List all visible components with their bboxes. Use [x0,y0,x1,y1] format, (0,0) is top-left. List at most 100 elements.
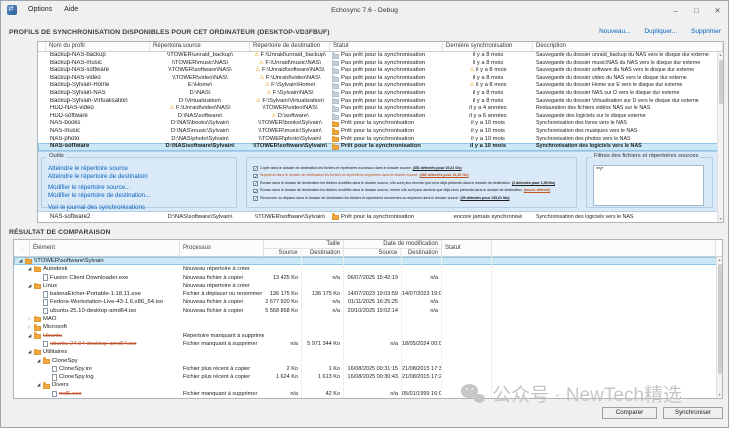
profile-row[interactable]: Backup-NAS-backup\\TOWER\unraid_backup\⚠… [38,52,723,60]
scrollbar-thumb[interactable] [719,60,723,104]
scrollbar-thumb[interactable] [718,264,722,374]
header-size[interactable]: Taille [264,240,343,249]
comparison-row[interactable]: ubuntu-24.04-desktop-amd64.isoFichier ma… [14,340,722,348]
comparison-row[interactable]: ◢CloneSpy [14,357,722,365]
header-cmp-status[interactable]: Statut [442,240,492,257]
delete-profile-link[interactable]: Supprimer [691,28,721,35]
header-source[interactable]: Répertoire source [150,42,250,51]
close-button[interactable]: ✕ [707,2,728,19]
profile-row[interactable]: Backup-Sylvain-NASD:\NAS\⚠F:\Sylvain\NAS… [38,90,723,98]
profile-row[interactable]: HDD-NAS-video⚠F:\Unraid\video\NAS\\\TOWE… [38,105,723,113]
profile-row[interactable]: Backup-NAS-music\\TOWER\music\NAS\⚠F:\Un… [38,60,723,68]
profile-row[interactable]: NAS-musicD:\NAS\music\Sylvain\\\TOWER\mu… [38,128,723,136]
option-count-link[interactable]: (482 détectés pour 13,36 Go) [420,172,469,180]
comparison-row[interactable]: ▷MAO [14,315,722,323]
comparison-row[interactable]: ◢Utilitaires [14,348,722,356]
expander-closed-icon[interactable]: ▷ [27,325,32,329]
header-profile-name[interactable]: Nom du profil [46,42,150,51]
profile-row[interactable]: NAS-photoD:\NAS\photo\Sylvain\\\TOWER\ph… [38,136,723,144]
profile-row[interactable]: Backup-Sylvain-VirtualisationD:\Virtuali… [38,98,723,106]
comparison-row[interactable]: ◢LinuxNouveau répertoire à créer [14,282,722,290]
header-size-destination[interactable]: Destination [302,249,343,257]
filters-input[interactable]: **/* [593,165,704,206]
menu-options[interactable]: Options [22,1,58,19]
comparison-scrollbar[interactable]: ▲ ▼ [716,257,722,398]
size-source: 2 Ko [264,365,302,373]
expander-open-icon[interactable]: ◢ [18,259,23,263]
size-destination: n/a [302,274,344,282]
header-element[interactable]: Élément [30,240,180,257]
expander-open-icon[interactable]: ◢ [27,267,32,271]
compare-button[interactable]: Comparer [602,407,657,419]
comparison-row[interactable]: Fedora-Workstation-Live-43-1.6.x86_64.is… [14,298,722,306]
scroll-up-icon[interactable]: ▲ [717,257,722,263]
synchronize-button[interactable]: Synchroniser [663,407,723,419]
header-destination[interactable]: Répertoire de destination [250,42,330,51]
expander-open-icon[interactable]: ◢ [27,284,32,288]
duplicate-profile-link[interactable]: Dupliquer... [644,28,677,35]
header-status[interactable]: Statut [330,42,443,51]
expander-open-icon[interactable]: ◢ [27,350,32,354]
checkbox[interactable]: ✓ [253,166,258,171]
tools-link[interactable]: Atteindre le répertoire source [48,165,232,173]
date-source: 16/08/2025 00:30:43 [344,373,402,381]
scroll-down-icon[interactable]: ▼ [718,216,723,222]
tools-link[interactable]: Modifier le répertoire de destination... [48,192,232,200]
profile-row[interactable]: NAS-software2D:\NAS\software\Sylvain\\\T… [38,212,723,222]
option-count-link[interactable]: (351 détectés pour 19,21 Go) [413,165,462,173]
minimize-button[interactable]: – [665,2,686,19]
profile-row[interactable]: NAS-softwareD:\NAS\software\Sylvain\\\TO… [38,143,723,151]
comparison-row[interactable]: ◢AutodeskNouveau répertoire à créer [14,265,722,273]
comparison-row[interactable]: CloneSpy.iniFichier plus récent à copier… [14,365,722,373]
comparison-row[interactable]: ◢Divers [14,381,722,389]
comparison-row[interactable]: Fusion Client Downloader.exeNouveau fich… [14,274,722,282]
option-count-link[interactable]: (aucun détecté) [524,187,551,195]
checkbox[interactable]: ✓ [253,196,258,201]
header-date-destination[interactable]: Destination [401,249,441,257]
header-last-sync[interactable]: Dernière synchronisation [443,42,533,51]
checkbox[interactable]: ✓ [253,174,258,179]
last-sync-cell: il y a 10 mois [443,120,533,128]
tools-link[interactable]: Atteindre le répertoire de destination [48,173,232,181]
comparison-row[interactable]: ◢UbuntuRépertoire manquant à supprimer [14,332,722,340]
profile-details-panel: Outils Atteindre le répertoire sourceAtt… [38,151,717,212]
expander-open-icon[interactable]: ◢ [36,359,41,363]
status-text: Pas prêt pour la synchronisation [341,60,425,68]
header-process[interactable]: Processus [180,240,264,257]
comparison-row[interactable]: ◢\\TOWER\software\Sylvain [14,257,722,265]
profile-row[interactable]: Backup-NAS-software\\TOWER\software\NAS\… [38,67,723,75]
tools-link[interactable]: Modifier le répertoire source... [48,184,232,192]
profiles-scrollbar[interactable]: ▲ ▼ [717,52,723,222]
comparison-row[interactable]: md5.exeFichier manquant à supprimern/a42… [14,390,722,398]
profile-row[interactable]: Backup-NAS-video\\TOWER\video\NAS\⚠F:\Un… [38,75,723,83]
expander-open-icon[interactable]: ◢ [36,383,41,387]
file-icon [43,274,48,281]
maximize-button[interactable]: □ [686,2,707,19]
checkbox[interactable]: ✓ [253,181,258,186]
profile-name: NAS-software [46,143,150,151]
comparison-row[interactable]: ▷Microsoft [14,323,722,331]
header-size-source[interactable]: Source [264,249,302,257]
tools-link[interactable]: Voir le journal des synchronisations [48,204,232,212]
element-cell: md5.exe [14,390,180,398]
profile-row[interactable]: Backup-Sylvain-HomeE:\Home\⚠F:\Sylvain\H… [38,82,723,90]
scroll-up-icon[interactable]: ▲ [718,52,723,58]
new-profile-link[interactable]: Nouveau... [599,28,630,35]
checkbox[interactable]: ✓ [253,189,258,194]
comparison-row[interactable]: balenaEtcher-Portable-1.18.11.exeFichier… [14,290,722,298]
header-description[interactable]: Description [533,42,723,51]
scroll-down-icon[interactable]: ▼ [717,392,722,398]
date-source: 14/07/2023 19:03:59 [344,290,402,298]
header-date-source[interactable]: Source [344,249,401,257]
profile-row[interactable]: HDD-softwareD:\NAS\software\⚠D:\software… [38,113,723,121]
expander-open-icon[interactable]: ◢ [27,334,32,338]
header-date[interactable]: Date de modification [344,240,441,249]
size-source [264,357,302,365]
expander-closed-icon[interactable]: ▷ [27,317,32,321]
comparison-row[interactable]: ubuntu-25.10-desktop-amd64.isoNouveau fi… [14,307,722,315]
menu-aide[interactable]: Aide [58,1,84,19]
profile-row[interactable]: NAS-booksD:\NAS\books\Sylvain\\\TOWER\bo… [38,120,723,128]
option-count-link[interactable]: (2 détectés pour 1,59 Mo) [512,180,555,188]
option-count-link[interactable]: (35 détectés pour 135,61 Mo) [460,195,509,203]
comparison-row[interactable]: CloneSpy.logFichier plus récent à copier… [14,373,722,381]
